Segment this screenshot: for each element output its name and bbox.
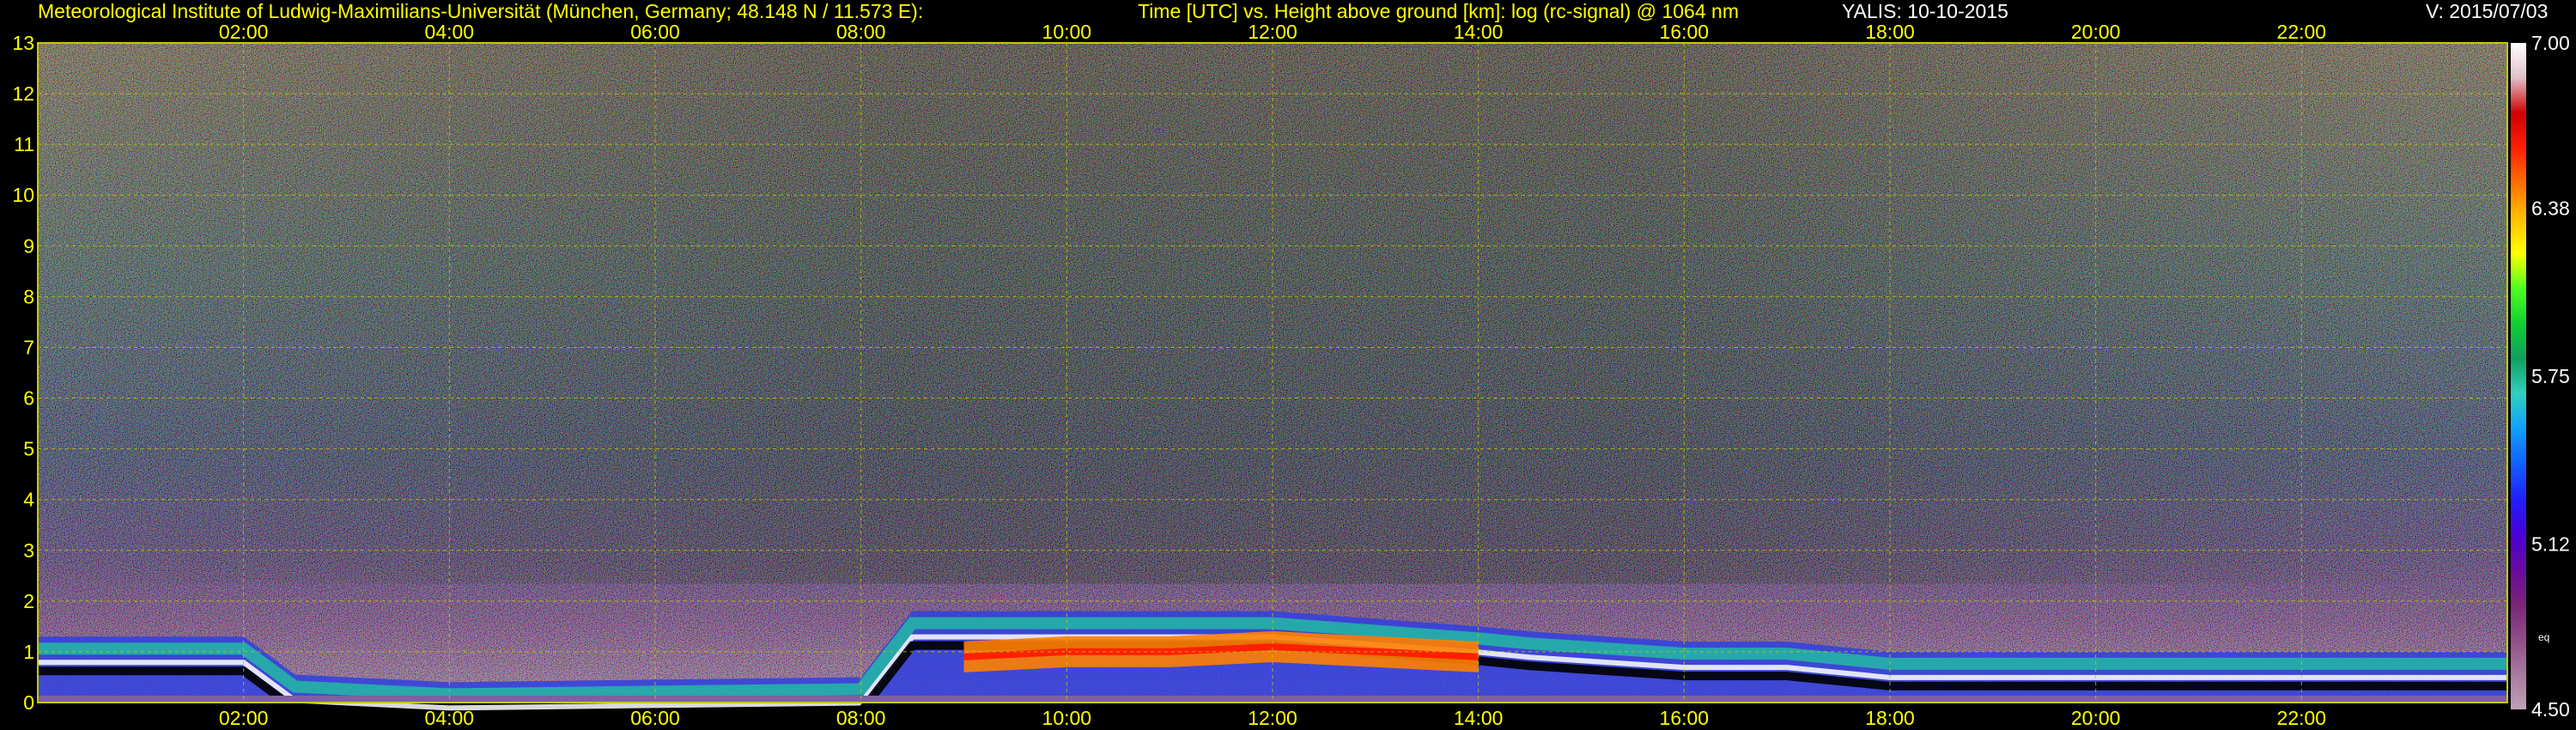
lidar-chart: 012345678910111213 02:00 04:00 06:00 08:00 1… [12,21,2570,729]
x-tick-label-top: 02:00 [219,21,269,43]
x-tick-label-bottom: 06:00 [630,707,680,729]
y-tick-label: 7 [23,336,34,358]
x-tick-label-bottom: 18:00 [1865,707,1915,729]
x-tick-label-top: 22:00 [2277,21,2327,43]
y-tick-label: 0 [23,691,34,714]
y-tick-label: 10 [12,184,34,206]
colorbar: 7.00 6.38 5.75 5.12 4.50 eq [2511,32,2570,721]
x-tick-label-top: 10:00 [1042,21,1092,43]
colorbar-tick-label: 5.75 [2531,365,2570,387]
colorbar-extra-label: eq [2538,631,2549,643]
y-tick-label: 6 [23,387,34,410]
x-tick-label-bottom: 16:00 [1660,707,1710,729]
y-tick-label: 13 [12,32,34,54]
x-axis-ticks-top: 02:00 04:00 06:00 08:00 10:00 12:00 14:00 16:00… [219,21,2326,43]
x-tick-label-bottom: 20:00 [2071,707,2121,729]
y-tick-label: 3 [23,539,34,562]
y-tick-label: 5 [23,438,34,460]
x-tick-label-top: 12:00 [1248,21,1297,43]
y-tick-label: 12 [12,82,34,105]
y-tick-label: 1 [23,641,34,663]
x-tick-label-bottom: 14:00 [1454,707,1504,729]
colorbar-tick-label: 6.38 [2531,197,2570,219]
x-tick-label-top: 06:00 [630,21,680,43]
colorbar-scale [2511,43,2526,709]
x-tick-label-top: 04:00 [425,21,475,43]
x-tick-label-bottom: 02:00 [219,707,269,729]
y-tick-label: 4 [23,489,34,511]
x-tick-label-bottom: 22:00 [2277,707,2327,729]
x-tick-label-bottom: 08:00 [836,707,886,729]
x-tick-label-top: 18:00 [1865,21,1915,43]
y-tick-label: 11 [14,133,34,155]
x-tick-label-bottom: 04:00 [425,707,475,729]
colorbar-tick-label: 5.12 [2531,533,2570,556]
x-tick-label-bottom: 10:00 [1042,707,1092,729]
y-tick-label: 8 [23,285,34,307]
x-tick-label-top: 16:00 [1660,21,1710,43]
x-tick-label-top: 20:00 [2071,21,2121,43]
colorbar-tick-label: 7.00 [2531,32,2570,54]
y-tick-label: 2 [23,590,34,612]
colorbar-tick-label: 4.50 [2531,698,2570,721]
y-tick-label: 9 [23,234,34,257]
x-tick-label-top: 14:00 [1454,21,1504,43]
x-tick-label-bottom: 12:00 [1248,707,1297,729]
x-tick-label-top: 08:00 [836,21,886,43]
y-axis-ticks: 012345678910111213 [12,32,34,714]
